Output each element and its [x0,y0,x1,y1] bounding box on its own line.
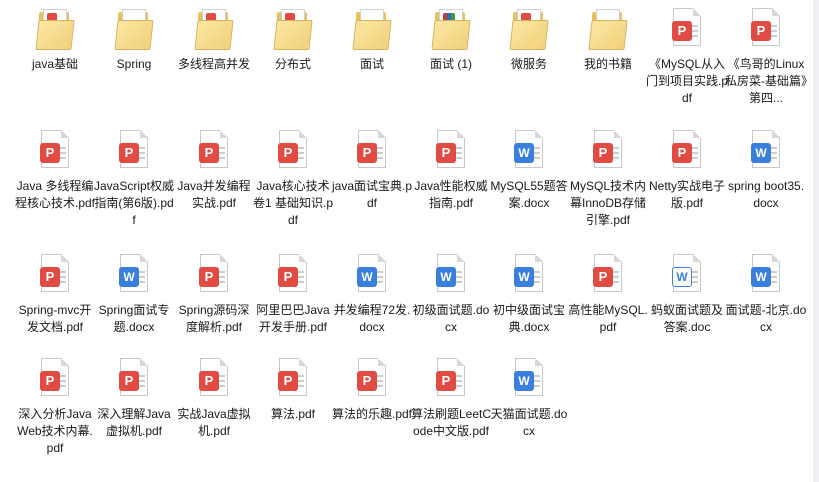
item-label: 天猫面试题.docx [490,407,568,438]
word-file-icon: W [116,254,152,298]
item-label: Java核心技术 卷1 基础知识.pdf [252,179,334,227]
item-label: 面试 (1) [429,57,472,71]
pdf-file-icon: P [748,8,784,52]
folder-icon [588,8,628,52]
item-label: 高性能MySQL.pdf [568,303,648,334]
vertical-scrollbar[interactable] [813,0,819,482]
pdf-file-icon: P [433,358,469,402]
item-label: Spring [116,57,152,71]
pdf-file-icon: P [275,130,311,174]
file-grid: java基础 Spring 多线程高并发 分布式 面试 面试 (1) 微服务 我的书籍 P 《My… [0,0,819,482]
item-label: 面试题-北京.docx [725,303,807,334]
item-label: 我的书籍 [583,57,632,71]
pdf-file-icon: P [37,254,73,298]
item-label: MySQL55题答案.docx [490,179,568,210]
item-label: 深入理解Java虚拟机.pdf [97,407,171,438]
pdf-file-icon: P [37,358,73,402]
pdf-file-icon: P [354,358,390,402]
folder-icon [431,8,471,52]
item-label: 分布式 [274,57,311,71]
pdf-file-icon: P [196,130,232,174]
item-label: Java性能权威指南.pdf [414,179,488,210]
item-label: 《MySQL从入门到项目实践.pdf [646,57,729,105]
word-file-icon: W [669,254,705,298]
folder-icon [194,8,234,52]
item-label: java面试宝典.pdf [331,179,413,210]
word-file-icon: W [748,130,784,174]
item-label: Netty实战电子版.pdf [648,179,725,210]
word-file-icon: W [511,254,547,298]
pdf-file-icon: P [275,358,311,402]
word-file-icon: W [748,254,784,298]
pdf-file-icon: P [275,254,311,298]
item-label: 初级面试题.docx [412,303,490,334]
folder-icon [114,8,154,52]
item-label: 《鸟哥的Linux私房菜-基础篇》第四... [725,57,807,105]
pdf-file-icon: P [37,130,73,174]
word-file-icon: W [433,254,469,298]
item-label: 深入分析Java Web技术内幕.pdf [17,407,93,455]
item-label: Spring源码深度解析.pdf [178,303,250,334]
item-label: Java 多线程编程核心技术.pdf [14,179,96,210]
item-label: MySQL技术内幕InnoDB存储引擎.pdf [569,179,647,227]
item-label: spring boot35.docx [727,179,805,210]
item-label: 算法.pdf [270,407,316,421]
folder-icon [509,8,549,52]
item-label: 蚂蚁面试题及答案.doc [650,303,723,334]
item-label: 初中级面试宝典.docx [492,303,565,334]
item-label: Java并发编程实战.pdf [177,179,251,210]
pdf-file-icon: P [354,130,390,174]
pdf-file-icon: P [590,254,626,298]
item-label: java基础 [31,57,78,71]
pdf-file-icon: P [669,130,705,174]
word-file-icon: W [354,254,390,298]
folder-icon [273,8,313,52]
item-label: 算法刷题LeetCode中文版.pdf [410,407,492,438]
item-label: 微服务 [510,57,547,71]
item-label: 并发编程72发.docx [333,303,411,334]
pdf-file-icon: P [196,254,232,298]
item-label: Spring面试专题.docx [98,303,170,334]
folder-icon [352,8,392,52]
item-label: 面试 [359,57,384,71]
pdf-file-icon: P [669,8,705,52]
item-label: Spring-mvc开发文档.pdf [18,303,92,334]
word-file-icon: W [511,358,547,402]
pdf-file-icon: P [196,358,232,402]
item-label: 算法的乐趣.pdf [331,407,413,421]
pdf-file-icon: P [433,130,469,174]
pdf-file-icon: P [590,130,626,174]
pdf-file-icon: P [116,130,152,174]
item-label: 实战Java虚拟机.pdf [177,407,251,438]
word-file-icon: W [511,130,547,174]
pdf-file-icon: P [116,358,152,402]
item-label: 多线程高并发 [177,57,250,71]
item-label: JavaScript权威指南(第6版).pdf [93,179,175,227]
folder-icon [35,8,75,52]
item-label: 阿里巴巴Java开发手册.pdf [256,303,330,334]
